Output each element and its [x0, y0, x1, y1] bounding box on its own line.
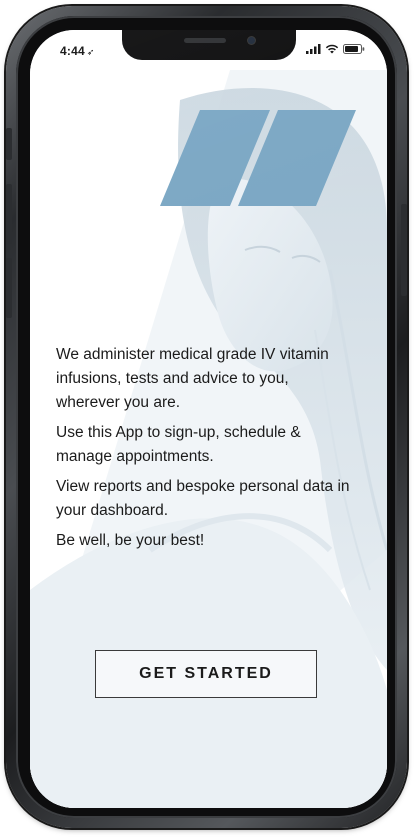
- signal-icon: [306, 44, 321, 54]
- intro-paragraph-4: Be well, be your best!: [56, 532, 205, 549]
- intro-paragraph-3: View reports and bespoke personal data i…: [56, 478, 350, 519]
- app-screenshot: 4:44 ➶ We administer medical grade IV vi…: [0, 0, 417, 838]
- status-time-label: 4:44: [60, 44, 85, 58]
- location-arrow-icon: ➶: [86, 47, 95, 57]
- intro-paragraph-1: We administer medical grade IV vitamin i…: [56, 346, 329, 411]
- mute-switch: [6, 128, 12, 160]
- wifi-icon: [325, 44, 339, 54]
- app-screen: 4:44 ➶ We administer medical grade IV vi…: [30, 30, 387, 808]
- status-icons: [306, 44, 365, 54]
- intro-paragraph-2: Use this App to sign-up, schedule & mana…: [56, 424, 301, 465]
- parallelogram-logo-icon: [160, 110, 356, 206]
- intro-text: We administer medical grade IV vitamin i…: [56, 343, 356, 559]
- get-started-button[interactable]: GET STARTED: [95, 650, 317, 698]
- power-button: [401, 204, 407, 296]
- volume-down-button: [6, 258, 12, 318]
- status-time: 4:44 ➶: [60, 44, 95, 58]
- battery-icon: [343, 44, 365, 54]
- speaker-grille: [184, 38, 226, 43]
- volume-up-button: [6, 184, 12, 244]
- camera-icon: [248, 37, 255, 44]
- notch: [122, 30, 296, 60]
